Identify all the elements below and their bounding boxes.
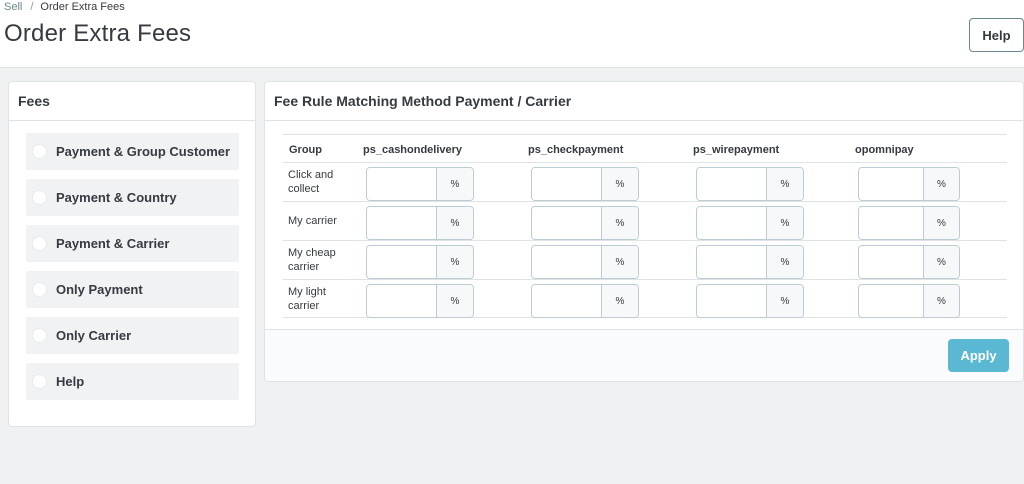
row-group-label: Click and collect <box>288 169 334 195</box>
percent-addon: % <box>437 246 473 278</box>
fee-option-payment-carrier[interactable]: Payment & Carrier <box>26 225 239 262</box>
column-header-ps-checkpayment: ps_checkpayment <box>528 144 624 156</box>
fee-option-label: Help <box>56 374 85 389</box>
percent-addon: % <box>767 207 803 239</box>
fee-field[interactable] <box>367 207 437 239</box>
percent-addon: % <box>602 285 638 317</box>
fee-rule-panel: Fee Rule Matching Method Payment / Carri… <box>264 81 1024 382</box>
radio-button[interactable] <box>32 190 47 205</box>
fee-percent-input[interactable]: % <box>366 206 474 240</box>
fee-field[interactable] <box>697 168 767 200</box>
column-header-group: Group <box>289 144 322 156</box>
radio-button[interactable] <box>32 144 47 159</box>
fee-option-payment-country[interactable]: Payment & Country <box>26 179 239 216</box>
fee-field[interactable] <box>859 207 924 239</box>
fee-field[interactable] <box>532 246 602 278</box>
table-row: My light carrier % % % % <box>283 279 1007 318</box>
percent-addon: % <box>924 207 959 239</box>
breadcrumb: Sell / Order Extra Fees <box>4 0 125 14</box>
fee-percent-input[interactable]: % <box>696 245 804 279</box>
radio-button[interactable] <box>32 236 47 251</box>
apply-button[interactable]: Apply <box>948 339 1009 372</box>
radio-button[interactable] <box>32 374 47 389</box>
fee-field[interactable] <box>532 168 602 200</box>
fee-percent-input[interactable]: % <box>858 284 960 318</box>
row-group-label: My carrier <box>288 215 337 227</box>
breadcrumb-sell-link[interactable]: Sell <box>4 0 22 14</box>
fee-percent-input[interactable]: % <box>531 206 639 240</box>
percent-addon: % <box>437 285 473 317</box>
percent-addon: % <box>924 285 959 317</box>
column-header-ps-wirepayment: ps_wirepayment <box>693 144 780 156</box>
fee-field[interactable] <box>859 285 924 317</box>
page-title: Order Extra Fees <box>4 20 192 47</box>
fees-option-list: Payment & Group Customer Payment & Count… <box>9 121 255 400</box>
row-group-label: My cheap carrier <box>288 247 336 273</box>
page-header: Sell / Order Extra Fees Order Extra Fees… <box>0 0 1024 68</box>
radio-button[interactable] <box>32 328 47 343</box>
fees-panel: Fees Payment & Group Customer Payment & … <box>8 81 256 427</box>
fee-option-label: Payment & Carrier <box>56 236 170 251</box>
fee-option-label: Payment & Group Customer <box>56 144 231 159</box>
fee-percent-input[interactable]: % <box>531 284 639 318</box>
table-row: My carrier % % % % <box>283 201 1007 240</box>
fee-percent-input[interactable]: % <box>366 284 474 318</box>
fee-field[interactable] <box>367 246 437 278</box>
fee-field[interactable] <box>367 168 437 200</box>
fee-field[interactable] <box>697 246 767 278</box>
fee-option-only-carrier[interactable]: Only Carrier <box>26 317 239 354</box>
breadcrumb-separator: / <box>30 1 34 13</box>
percent-addon: % <box>602 168 638 200</box>
fee-field[interactable] <box>697 207 767 239</box>
percent-addon: % <box>437 207 473 239</box>
fee-field[interactable] <box>859 168 924 200</box>
column-header-ps-cashondelivery: ps_cashondelivery <box>363 144 463 156</box>
fee-field[interactable] <box>859 246 924 278</box>
fee-percent-input[interactable]: % <box>696 167 804 201</box>
percent-addon: % <box>767 168 803 200</box>
percent-addon: % <box>767 285 803 317</box>
help-button[interactable]: Help <box>969 18 1024 52</box>
column-header-opomnipay: opomnipay <box>855 144 914 156</box>
fee-rule-panel-footer: Apply <box>265 329 1023 381</box>
breadcrumb-current: Order Extra Fees <box>40 1 125 13</box>
fee-field[interactable] <box>532 285 602 317</box>
fee-percent-input[interactable]: % <box>696 284 804 318</box>
fee-percent-input[interactable]: % <box>366 167 474 201</box>
table-header: Group ps_cashondelivery ps_checkpayment … <box>283 134 1007 162</box>
percent-addon: % <box>602 207 638 239</box>
fee-percent-input[interactable]: % <box>366 245 474 279</box>
fee-field[interactable] <box>532 207 602 239</box>
fee-option-label: Only Carrier <box>56 328 132 343</box>
fees-panel-title: Fees <box>9 82 255 121</box>
fee-rule-table: Group ps_cashondelivery ps_checkpayment … <box>283 134 1007 318</box>
fee-percent-input[interactable]: % <box>531 245 639 279</box>
fee-option-label: Payment & Country <box>56 190 177 205</box>
fee-option-help[interactable]: Help <box>26 363 239 400</box>
fee-rule-panel-title: Fee Rule Matching Method Payment / Carri… <box>265 82 1023 121</box>
fee-field[interactable] <box>367 285 437 317</box>
fee-field[interactable] <box>697 285 767 317</box>
row-group-label: My light carrier <box>288 285 326 312</box>
fee-percent-input[interactable]: % <box>696 206 804 240</box>
fee-option-label: Only Payment <box>56 282 143 297</box>
radio-button[interactable] <box>32 282 47 297</box>
fee-percent-input[interactable]: % <box>858 206 960 240</box>
table-row: Click and collect % % % % <box>283 162 1007 201</box>
table-row: My cheap carrier % % % % <box>283 240 1007 279</box>
percent-addon: % <box>924 168 959 200</box>
fee-percent-input[interactable]: % <box>858 167 960 201</box>
percent-addon: % <box>602 246 638 278</box>
fee-option-only-payment[interactable]: Only Payment <box>26 271 239 308</box>
percent-addon: % <box>437 168 473 200</box>
fee-percent-input[interactable]: % <box>858 245 960 279</box>
fee-percent-input[interactable]: % <box>531 167 639 201</box>
fee-option-payment-group-customer[interactable]: Payment & Group Customer <box>26 133 239 170</box>
percent-addon: % <box>924 246 959 278</box>
percent-addon: % <box>767 246 803 278</box>
